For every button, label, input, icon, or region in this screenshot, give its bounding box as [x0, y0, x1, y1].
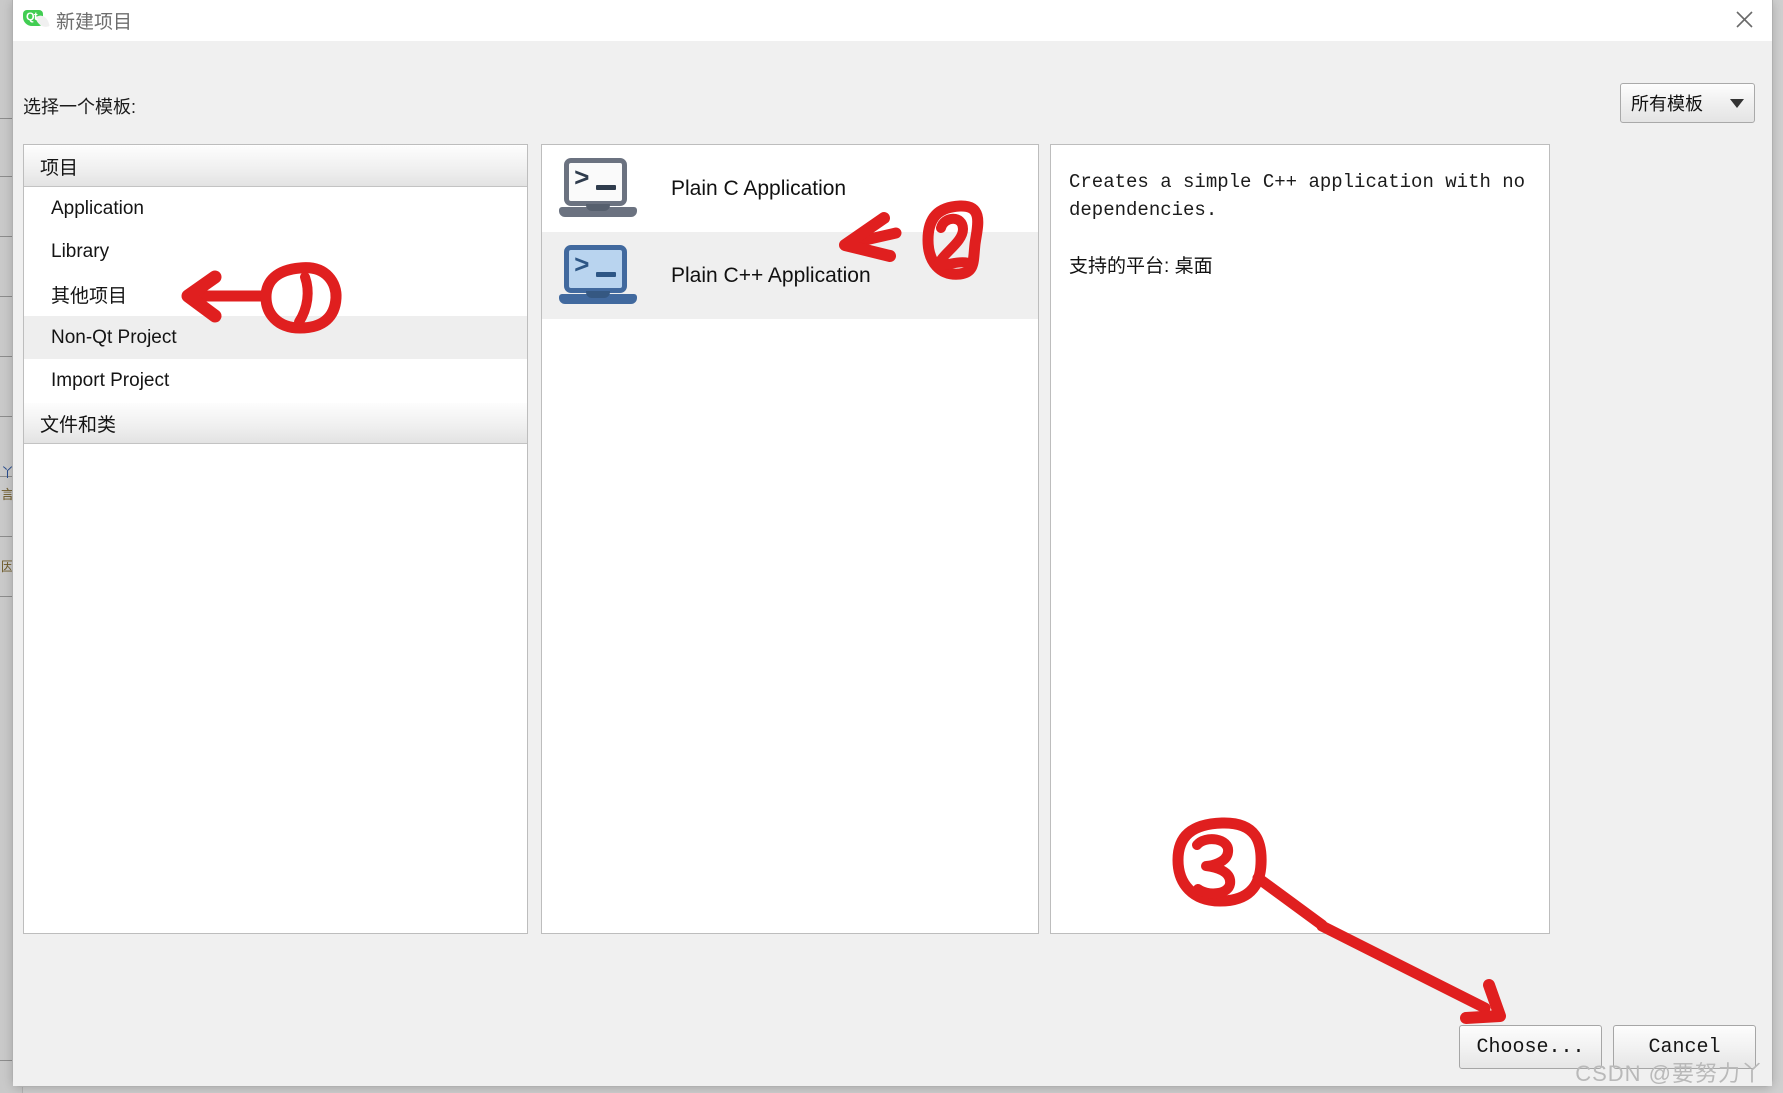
category-item-other-projects[interactable]: 其他项目 [24, 273, 527, 316]
category-item-import-project[interactable]: Import Project [24, 359, 527, 402]
template-filter-dropdown[interactable]: 所有模板 [1620, 83, 1755, 123]
choose-template-label: 选择一个模板: [23, 97, 137, 117]
qt-logo-icon: Qt [23, 10, 47, 30]
csdn-watermark: CSDN @要努力丫 [1575, 1061, 1764, 1086]
supported-platforms-row: 支持的平台: 桌面 [1069, 251, 1531, 278]
supported-platforms-label: 支持的平台: [1069, 256, 1170, 278]
template-item-label: Plain C Application [671, 176, 847, 200]
category-item-label: Library [51, 240, 110, 262]
terminal-laptop-icon: > [559, 244, 637, 307]
dialog-body: 选择一个模板: 所有模板 项目 Application Library 其他项目… [13, 41, 1772, 1086]
category-panel: 项目 Application Library 其他项目 Non-Qt Proje… [23, 144, 528, 934]
template-list-panel: > Plain C Application > Plain C++ Applic… [541, 144, 1039, 934]
terminal-laptop-icon: > [559, 157, 637, 220]
new-project-dialog: Qt 新建项目 选择一个模板: 所有模板 项目 Application Libr… [12, 0, 1773, 1087]
template-filter-value: 所有模板 [1631, 94, 1703, 114]
category-item-label: Application [51, 197, 144, 219]
description-panel: Creates a simple C++ application with no… [1050, 144, 1550, 934]
template-item-plain-c-application[interactable]: > Plain C Application [542, 145, 1038, 232]
category-item-library[interactable]: Library [24, 230, 527, 273]
screen: 丫 言 因 Qt 新建项目 选择一个模板: 所有模板 项目 Applicatio… [0, 0, 1783, 1093]
chevron-down-icon [1730, 98, 1744, 108]
dialog-title: 新建项目 [56, 11, 133, 33]
category-group-header-projects[interactable]: 项目 [24, 145, 527, 187]
supported-platforms-value: 桌面 [1174, 256, 1213, 278]
category-item-label: Non-Qt Project [51, 326, 177, 348]
category-item-non-qt-project[interactable]: Non-Qt Project [24, 316, 527, 359]
category-item-application[interactable]: Application [24, 187, 527, 230]
template-item-label: Plain C++ Application [671, 263, 871, 287]
dialog-titlebar: Qt 新建项目 [13, 0, 1772, 41]
category-group-header-files-and-classes[interactable]: 文件和类 [24, 402, 527, 444]
template-description: Creates a simple C++ application with no… [1069, 171, 1526, 221]
titlebar-left: Qt 新建项目 [23, 0, 132, 40]
category-item-label: Import Project [51, 369, 170, 391]
template-item-plain-cpp-application[interactable]: > Plain C++ Application [542, 232, 1038, 319]
close-icon[interactable] [1724, 3, 1764, 35]
category-item-label: 其他项目 [51, 286, 128, 307]
